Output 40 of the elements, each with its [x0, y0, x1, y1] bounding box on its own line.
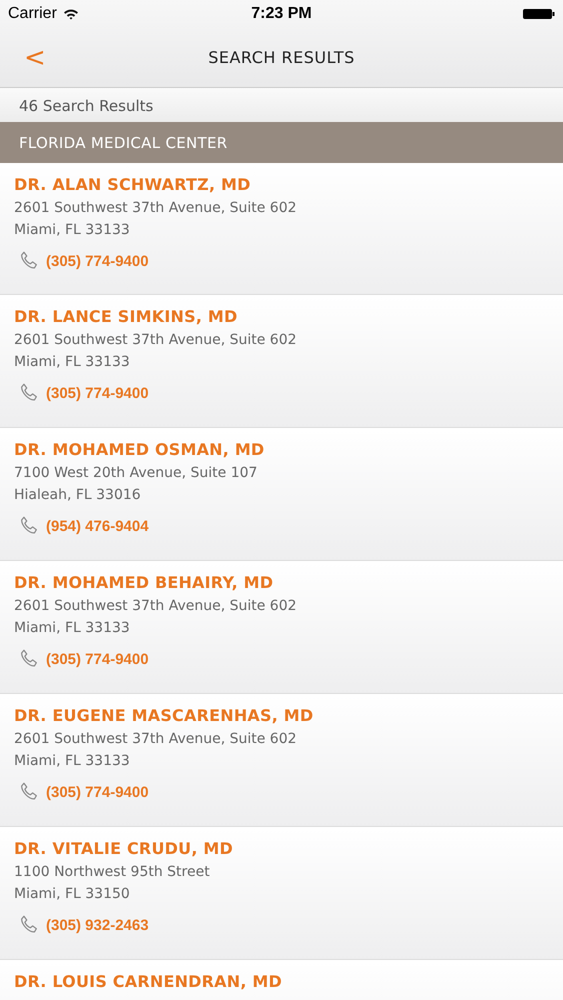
doctor-name: DR. LANCE SIMKINS, MD [14, 307, 238, 326]
address-line: 2601 Southwest 37th Avenue, Suite 602 [14, 731, 298, 747]
doctor-name: DR. MOHAMED BEHAIRY, MD [14, 573, 274, 592]
phone-link[interactable]: (305) 932-2463 [46, 916, 149, 934]
doctor-name: DR. EUGENE MASCARENHAS, MD [14, 706, 314, 725]
back-button[interactable]: < [24, 42, 46, 72]
city-line: Miami, FL 33133 [14, 354, 131, 370]
city-line: Miami, FL 33133 [14, 753, 131, 769]
page-title: SEARCH RESULTS [208, 48, 355, 67]
address-line: 2601 Southwest 37th Avenue, Suite 602 [14, 332, 298, 348]
city-line: Miami, FL 33133 [14, 222, 131, 238]
wifi-icon [62, 8, 79, 20]
address-line: 2601 Southwest 37th Avenue, Suite 602 [14, 598, 298, 614]
doctor-name: DR. LOUIS CARNENDRAN, MD [14, 972, 283, 991]
carrier-name: Carrier [8, 5, 57, 23]
city-line: Miami, FL 33150 [14, 886, 131, 902]
doctor-name: DR. ALAN SCHWARTZ, MD [14, 175, 252, 194]
doctor-name: DR. MOHAMED OSMAN, MD [14, 440, 266, 459]
result-count: 46 Search Results [0, 88, 563, 122]
doctor-name: DR. VITALIE CRUDU, MD [14, 839, 234, 858]
address-line: 7100 West 20th Avenue, Suite 107 [14, 465, 258, 481]
city-line: Hialeah, FL 33016 [14, 487, 142, 503]
address-line: 2601 Southwest 37th Avenue, Suite 602 [14, 200, 298, 216]
section-header: FLORIDA MEDICAL CENTER [0, 122, 563, 163]
phone-link[interactable]: (305) 774-9400 [46, 384, 149, 402]
result-row[interactable]: DR. MOHAMED BEHAIRY, MD 2601 Southwest 37th Avenue, Suite 602 Miami, FL 33133 (305) 774-9400 [0, 561, 563, 694]
result-row[interactable]: DR. ALAN SCHWARTZ, MD 2601 Southwest 37th Avenue, Suite 602 Miami, FL 33133 (305) 774-9400 [0, 163, 563, 295]
phone-link[interactable]: (305) 774-9400 [46, 650, 149, 668]
result-row[interactable]: DR. MOHAMED OSMAN, MD 7100 West 20th Avenue, Suite 107 Hialeah, FL 33016 (954) 476-9404 [0, 428, 563, 561]
result-row[interactable]: DR. LANCE SIMKINS, MD 2601 Southwest 37th Avenue, Suite 602 Miami, FL 33133 (305) 774-9400 [0, 295, 563, 428]
result-row[interactable]: DR. EUGENE MASCARENHAS, MD 2601 Southwest 37th Avenue, Suite 602 Miami, FL 33133 (305) 774-9400 [0, 694, 563, 827]
phone-link[interactable]: (305) 774-9400 [46, 784, 149, 800]
result-row[interactable]: DR. LOUIS CARNENDRAN, MD [0, 960, 563, 1000]
phone-link[interactable]: (954) 476-9404 [46, 518, 149, 534]
status-time: 7:23 PM [251, 5, 312, 23]
battery-icon [523, 8, 555, 20]
address-line: 1100 Northwest 95th Street [14, 864, 211, 880]
phone-link[interactable]: (305) 774-9400 [46, 252, 149, 270]
result-row[interactable]: DR. VITALIE CRUDU, MD 1100 Northwest 95th Street Miami, FL 33150 (305) 932-2463 [0, 827, 563, 960]
city-line: Miami, FL 33133 [14, 620, 131, 636]
